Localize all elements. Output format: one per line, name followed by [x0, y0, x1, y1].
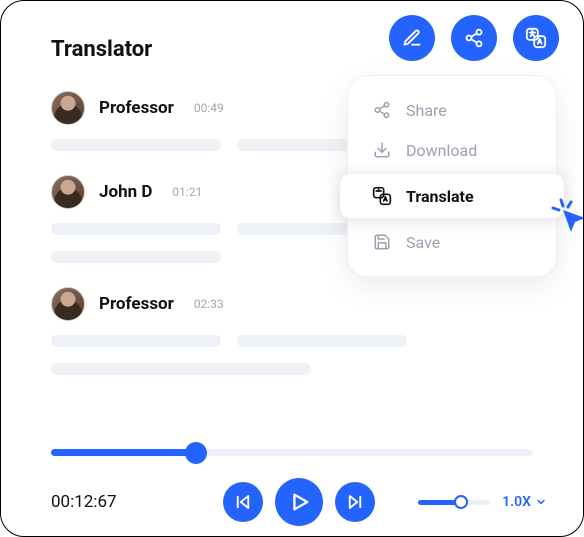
translate-button[interactable]	[513, 15, 559, 61]
entry-timestamp: 02:33	[194, 297, 224, 311]
translate-icon	[525, 27, 547, 49]
speed-control: 1.0X	[418, 494, 547, 510]
skip-back-icon	[234, 493, 252, 511]
playback-buttons	[223, 478, 375, 526]
speaker-name: Professor	[99, 98, 174, 118]
menu-item-label: Share	[406, 101, 447, 120]
progress-track	[51, 449, 533, 456]
edit-button[interactable]	[389, 15, 435, 61]
speaker-row: Professor 02:33	[51, 287, 533, 321]
current-time: 00:12:67	[51, 492, 117, 512]
pencil-icon	[402, 28, 422, 48]
translate-icon	[372, 186, 392, 206]
avatar	[51, 175, 85, 209]
progress-bar[interactable]	[51, 449, 533, 456]
download-icon	[372, 140, 392, 160]
menu-item-label: Download	[406, 141, 477, 160]
speed-slider[interactable]	[418, 500, 490, 505]
entry-timestamp: 01:21	[172, 185, 202, 199]
translator-window: Translator Professor 00:49 John D 01:21	[0, 0, 584, 537]
menu-item-translate[interactable]: Translate	[340, 174, 564, 218]
player-controls: 00:12:67 1.0X	[51, 492, 547, 512]
next-button[interactable]	[335, 482, 375, 522]
menu-item-label: Translate	[406, 187, 474, 206]
progress-fill	[51, 449, 196, 456]
context-menu: Share Download Translate Save	[347, 75, 557, 277]
share-icon	[464, 28, 484, 48]
speed-value: 1.0X	[502, 494, 531, 510]
speaker-name: John D	[99, 182, 152, 202]
save-icon	[372, 232, 392, 252]
avatar	[51, 91, 85, 125]
avatar	[51, 287, 85, 321]
menu-item-save[interactable]: Save	[348, 222, 556, 262]
share-button[interactable]	[451, 15, 497, 61]
page-title: Translator	[51, 37, 152, 62]
speed-thumb[interactable]	[454, 495, 468, 509]
top-action-bar	[389, 15, 559, 61]
entry-timestamp: 00:49	[194, 101, 224, 115]
play-icon	[288, 491, 310, 513]
speaker-name: Professor	[99, 294, 174, 314]
previous-button[interactable]	[223, 482, 263, 522]
speed-dropdown[interactable]: 1.0X	[502, 494, 547, 510]
share-icon	[372, 100, 392, 120]
transcript-entry: Professor 02:33	[51, 287, 533, 375]
skip-forward-icon	[346, 493, 364, 511]
menu-item-label: Save	[406, 233, 440, 252]
text-skeleton	[51, 335, 533, 375]
progress-thumb[interactable]	[185, 442, 207, 464]
play-button[interactable]	[275, 478, 323, 526]
menu-item-share[interactable]: Share	[348, 90, 556, 130]
chevron-down-icon	[535, 496, 547, 508]
menu-item-download[interactable]: Download	[348, 130, 556, 170]
cursor-click-indicator	[549, 196, 584, 240]
